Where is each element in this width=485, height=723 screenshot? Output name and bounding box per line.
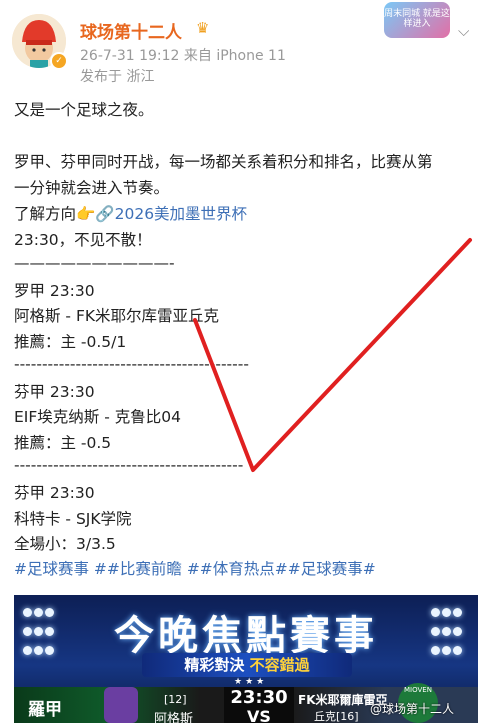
divider-1: ----------------------------------------… (14, 355, 249, 373)
home-team-name: 阿格斯 (154, 712, 194, 723)
match1-league: 罗甲 23:30 (14, 282, 95, 300)
banner-subtitle: 精彩對決 不容錯過 (142, 653, 352, 677)
fixture-time: 23:30 (230, 687, 288, 708)
home-team-rank: [12] (164, 693, 187, 706)
chevron-down-icon[interactable]: ⌵ (458, 22, 469, 40)
learn-prefix: 了解方向👉 (14, 205, 96, 223)
match2-teams: EIF埃克纳斯 - 克鲁比04 (14, 408, 181, 426)
post-paragraph-line2: 一分钟就会进入节奏。 (14, 179, 170, 197)
username[interactable]: 球场第十二人 (80, 18, 182, 43)
away-team-name-line2: 丘克[16] (314, 710, 359, 723)
sticker-badge[interactable]: 周末同城 就是这样进入 (384, 2, 450, 38)
post-location: 发布于 浙江 (80, 69, 155, 85)
home-team-logo-icon (104, 687, 138, 723)
closing-line: 23:30，不见不散！ (14, 231, 152, 249)
divider-short: ——————————- (14, 254, 175, 272)
match2-tip: 推薦：主 -0.5 (14, 434, 112, 452)
match1-tip: 推薦：主 -0.5/1 (14, 333, 127, 351)
post-meta: 26-7-31 19:12 来自 iPhone 11 (80, 48, 286, 64)
hashtag-line[interactable]: #足球赛事 ##比赛前瞻 ##体育热点##足球赛事# (14, 557, 376, 579)
post-paragraph-line1: 罗甲、芬甲同时开战，每一场都关系着积分和排名，比赛从第 (14, 153, 433, 171)
match3-tip: 全場小：3/3.5 (14, 535, 116, 553)
fixture-vs: VS (247, 707, 271, 723)
divider-2: ----------------------------------------… (14, 456, 244, 474)
banner-subtitle-b: 不容錯過 (249, 656, 310, 674)
banner-subtitle-a: 精彩對決 (184, 656, 250, 674)
watermark: @球场第十二人 (370, 702, 455, 716)
crown-icon: ♛ (196, 19, 210, 37)
worldcup-link[interactable]: 🔗2026美加墨世界杯 (95, 205, 247, 223)
banner-stars: ★★★ (234, 677, 268, 687)
match1-teams: 阿格斯 - FK米耶尔库雷亚丘克 (14, 307, 220, 325)
fixture-league: 羅甲 (28, 700, 62, 720)
match3-teams: 科特卡 - SJK学院 (14, 510, 132, 528)
match2-league: 芬甲 23:30 (14, 383, 95, 401)
verified-badge-icon: ✓ (50, 52, 68, 70)
post-intro: 又是一个足球之夜。 (14, 101, 154, 119)
match3-league: 芬甲 23:30 (14, 484, 95, 502)
learn-more-line: 了解方向👉🔗2026美加墨世界杯 (14, 202, 247, 224)
